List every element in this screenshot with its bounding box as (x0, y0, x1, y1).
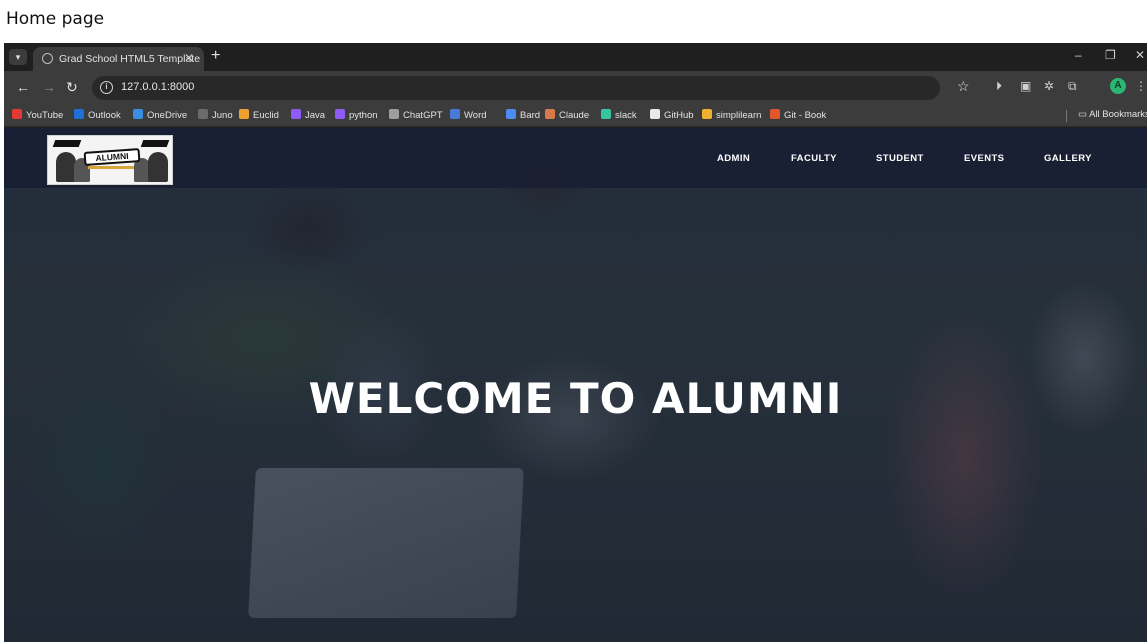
bookmark-favicon-icon (133, 109, 143, 119)
bookmark-label: python (349, 110, 378, 121)
site-info-icon[interactable]: i (100, 81, 113, 94)
bookmark-label: OneDrive (147, 110, 188, 121)
camera-icon[interactable]: ▣ (1020, 79, 1031, 93)
bookmark-favicon-icon (650, 109, 660, 119)
bookmark-item[interactable]: simplilearn (702, 109, 761, 121)
bookmark-label: simplilearn (716, 110, 762, 121)
forward-icon[interactable]: → (42, 79, 56, 95)
page-caption: Home page (6, 9, 105, 29)
bookmarks-divider (1066, 110, 1067, 122)
bookmark-favicon-icon (450, 109, 460, 119)
bookmark-item[interactable]: python (335, 109, 378, 121)
menu-kebab-icon[interactable]: ⋮ (1135, 79, 1147, 93)
bookmark-label: slack (615, 110, 637, 121)
browser-window: ▾ Grad School HTML5 Template ✕ + – ❐ ✕ ←… (4, 43, 1147, 642)
nav-student[interactable]: STUDENT (876, 153, 924, 164)
site-nav: ADMIN FACULTY STUDENT EVENTS GALLERY (4, 153, 1147, 167)
close-tab-icon[interactable]: ✕ (184, 51, 194, 65)
restore-icon[interactable]: ❐ (1105, 48, 1116, 62)
bookmark-item[interactable]: slack (601, 109, 637, 121)
url-text: 127.0.0.1:8000 (121, 81, 195, 93)
bookmark-label: Claude (559, 110, 590, 121)
bookmark-favicon-icon (506, 109, 516, 119)
bookmark-favicon-icon (291, 109, 301, 119)
bookmark-label: Euclid (253, 110, 279, 121)
bookmark-item[interactable]: ChatGPT (389, 109, 443, 121)
bookmark-label: YouTube (26, 110, 64, 121)
bookmark-favicon-icon (239, 109, 249, 119)
bookmark-item[interactable]: OneDrive (133, 109, 187, 121)
bookmark-favicon-icon (198, 109, 208, 119)
bookmark-favicon-icon (74, 109, 84, 119)
browser-toolbar: ← → ↻ i 127.0.0.1:8000 ☆ ⏵ ▣ ✲ ⧉ A ⋮ (4, 71, 1147, 105)
minimize-icon[interactable]: – (1075, 48, 1082, 62)
bookmark-label: GitHub (664, 110, 694, 121)
new-tab-icon[interactable]: + (211, 47, 220, 65)
back-icon[interactable]: ← (16, 79, 30, 95)
nav-faculty[interactable]: FACULTY (791, 153, 837, 164)
bookmark-item[interactable]: Euclid (239, 109, 279, 121)
reload-icon[interactable]: ↻ (66, 79, 78, 96)
globe-icon (42, 53, 53, 64)
bookmark-item[interactable]: YouTube (12, 109, 63, 121)
profile-avatar[interactable]: A (1110, 78, 1126, 94)
tab-title: Grad School HTML5 Template (59, 53, 201, 65)
bookmark-favicon-icon (389, 109, 399, 119)
browser-tab[interactable]: Grad School HTML5 Template ✕ (33, 47, 204, 71)
bookmark-item[interactable]: Juno (198, 109, 233, 121)
bookmark-item[interactable]: Bard (506, 109, 540, 121)
bookmark-label: Juno (212, 110, 233, 121)
graduation-cap-icon (140, 140, 170, 147)
extensions-puzzle-icon[interactable]: ⧉ (1068, 79, 1077, 94)
bookmark-label: ChatGPT (403, 110, 443, 121)
bookmark-label: Outlook (88, 110, 121, 121)
site-header: ALUMNI ADMIN FACULTY STUDENT EVENTS GALL… (4, 128, 1147, 188)
nav-gallery[interactable]: GALLERY (1044, 153, 1092, 164)
folder-icon: ▭ (1078, 109, 1090, 120)
nav-events[interactable]: EVENTS (964, 153, 1004, 164)
bookmark-label: Word (464, 110, 487, 121)
bookmark-item[interactable]: Outlook (74, 109, 121, 121)
bookmark-favicon-icon (601, 109, 611, 119)
bookmark-favicon-icon (12, 109, 22, 119)
bookmark-label: Bard (520, 110, 541, 121)
hero-title: WELCOME TO ALUMNI (308, 374, 843, 423)
bookmark-label: Java (305, 110, 326, 121)
bookmark-favicon-icon (702, 109, 712, 119)
bookmark-item[interactable]: GitHub (650, 109, 694, 121)
close-window-icon[interactable]: ✕ (1135, 48, 1145, 62)
website-page: ALUMNI ADMIN FACULTY STUDENT EVENTS GALL… (4, 128, 1147, 642)
bookmark-item[interactable]: Claude (545, 109, 589, 121)
bookmark-star-icon[interactable]: ☆ (957, 78, 970, 95)
extension-gear-icon[interactable]: ✲ (1044, 79, 1054, 93)
all-bookmarks-label: All Bookmarks (1089, 109, 1147, 120)
bookmarks-bar: ▭ All Bookmarks YouTube Outlook OneDrive Ju… (4, 105, 1147, 127)
bookmark-item[interactable]: Git - Book (770, 109, 826, 121)
bookmark-favicon-icon (335, 109, 345, 119)
media-icon[interactable]: ⏵ (996, 79, 1002, 94)
address-bar[interactable]: i 127.0.0.1:8000 (92, 76, 940, 100)
bookmark-label: Git - Book (784, 110, 827, 121)
tab-search-icon[interactable]: ▾ (9, 49, 27, 65)
graduation-cap-icon (52, 140, 82, 147)
bookmark-favicon-icon (545, 109, 555, 119)
all-bookmarks-button[interactable]: ▭ All Bookmarks (1078, 109, 1147, 120)
tab-strip: ▾ Grad School HTML5 Template ✕ + – ❐ ✕ (4, 43, 1147, 71)
nav-admin[interactable]: ADMIN (717, 153, 750, 164)
bookmark-item[interactable]: Java (291, 109, 325, 121)
bookmark-favicon-icon (770, 109, 780, 119)
bookmark-item[interactable]: Word (450, 109, 487, 121)
